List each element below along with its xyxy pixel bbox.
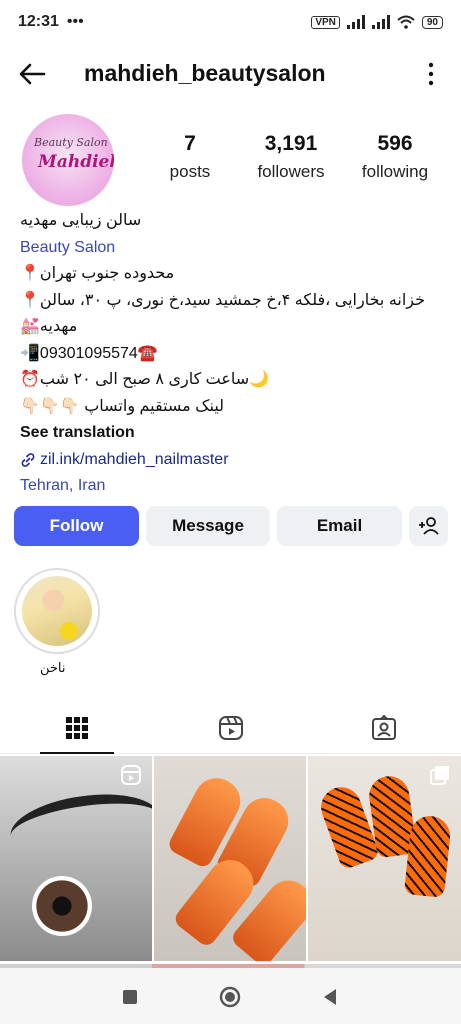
see-translation-link[interactable]: See translation xyxy=(20,420,445,447)
profile-bio: سالن زیبایی مهدیه Beauty Salon محدوده جن… xyxy=(20,208,445,500)
notification-icons: ••• xyxy=(66,13,84,30)
post-thumbnail-patterned-nails[interactable] xyxy=(308,756,461,961)
followers-count: 3,191 xyxy=(264,132,318,155)
profile-username: mahdieh_beautysalon xyxy=(84,60,326,86)
bio-link-text: zil.ink/mahdieh_nailmaster xyxy=(40,450,229,468)
message-button[interactable]: Message xyxy=(146,506,270,546)
recents-square-icon[interactable] xyxy=(119,986,141,1008)
highlight-cover xyxy=(22,576,92,646)
reels-tab-icon[interactable] xyxy=(217,714,245,742)
following-label: following xyxy=(361,162,429,181)
suggested-people-button[interactable] xyxy=(409,506,448,546)
profile-tabs xyxy=(0,702,461,754)
avatar-logo-line2: Mahdieh xyxy=(38,152,114,172)
signal-icon-2 xyxy=(371,15,390,29)
reel-badge-icon xyxy=(121,765,141,785)
bio-line-salon: مهدیه💒 xyxy=(20,318,78,335)
follow-button[interactable]: Follow xyxy=(14,506,139,546)
story-highlight[interactable] xyxy=(14,568,100,654)
email-button[interactable]: Email xyxy=(277,506,402,546)
stat-posts: 7 posts xyxy=(162,132,218,182)
bio-name: سالن زیبایی مهدیه xyxy=(20,212,142,229)
following-count: 596 xyxy=(377,132,413,155)
profile-avatar[interactable]: Beauty Salon Mahdieh xyxy=(22,114,114,206)
bio-link[interactable]: zil.ink/mahdieh_nailmaster xyxy=(20,447,445,474)
bio-line-hours: 🌙ساعت کاری ۸ صبح الی ۲۰ شب⏰ xyxy=(20,371,270,388)
tagged-tab-icon[interactable] xyxy=(370,714,398,742)
signal-icon xyxy=(346,15,365,29)
carousel-badge-icon xyxy=(430,766,449,785)
status-bar: 12:31 ••• VPN 90 xyxy=(0,0,461,44)
avatar-logo-line1: Beauty Salon xyxy=(34,136,108,149)
active-tab-indicator xyxy=(40,752,114,754)
add-person-icon xyxy=(418,517,439,535)
post-thumbnail-orange-nails[interactable] xyxy=(154,756,306,961)
link-icon xyxy=(21,452,35,467)
post-thumbnail-lashes[interactable] xyxy=(0,756,152,961)
bio-line-area: محدوده جنوب تهران📍 xyxy=(20,265,175,282)
status-time: 12:31 xyxy=(18,13,59,30)
stat-followers[interactable]: 3,191 followers xyxy=(248,132,334,182)
bio-line-whatsapp: لینک مستقیم واتساپ 👇🏻👇🏻👇🏻 xyxy=(20,397,225,415)
home-circle-icon[interactable] xyxy=(219,986,241,1008)
post-grid xyxy=(0,756,461,966)
followers-label: followers xyxy=(257,162,325,181)
back-triangle-icon[interactable] xyxy=(319,986,341,1008)
highlight-label: ناخن xyxy=(40,660,66,675)
bio-line-address: خزانه بخارایی ،فلکه ۴،خ جمشید سید،خ نوری… xyxy=(20,291,426,309)
system-nav-bar xyxy=(0,968,461,1024)
bio-line-phone: 📲09301095574☎️ xyxy=(20,344,158,362)
wifi-icon xyxy=(397,15,415,29)
vpn-badge: VPN xyxy=(311,15,340,29)
more-options-icon[interactable] xyxy=(423,60,439,88)
stat-following[interactable]: 596 following xyxy=(352,132,438,182)
back-arrow-icon[interactable] xyxy=(16,60,48,88)
bio-location[interactable]: Tehran, Iran xyxy=(20,473,445,500)
bio-category[interactable]: Beauty Salon xyxy=(20,235,445,262)
profile-header: mahdieh_beautysalon xyxy=(0,48,461,100)
profile-actions: Follow Message Email xyxy=(14,506,448,546)
grid-tab-icon[interactable] xyxy=(63,714,91,742)
battery-indicator: 90 xyxy=(421,15,443,29)
posts-label: posts xyxy=(169,162,211,181)
posts-count: 7 xyxy=(184,132,196,155)
